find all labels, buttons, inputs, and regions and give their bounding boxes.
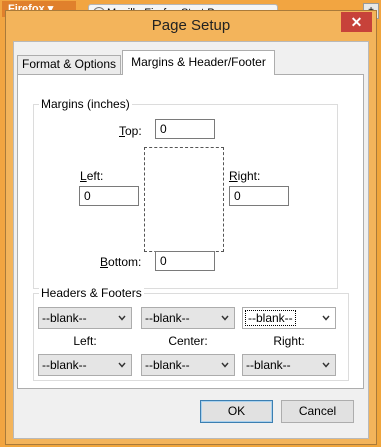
top-margin-input[interactable]: 0 [155, 119, 215, 139]
top-margin-label: Top: [119, 124, 142, 138]
headers-footers-group-label: Headers & Footers [39, 286, 144, 300]
tab-format-options-label: Format & Options [21, 57, 117, 71]
header-right-value: --blank-- [245, 310, 296, 326]
footer-left-label: Left: [73, 334, 97, 348]
ok-button-label: OK [227, 404, 246, 418]
tab-margins-header-footer[interactable]: Margins & Header/Footer [122, 50, 275, 75]
footer-left-value: --blank-- [42, 358, 87, 372]
dialog-titlebar: Page Setup ✕ [6, 11, 376, 41]
chevron-down-icon [221, 315, 229, 321]
chevron-down-icon [221, 362, 229, 368]
tab-margins-label: Margins & Header/Footer [131, 55, 266, 69]
ok-button[interactable]: OK [200, 400, 273, 423]
headers-footers-group: Headers & Footers --blank-- --blank-- --… [33, 286, 349, 381]
footer-right-select[interactable]: --blank-- [242, 354, 336, 376]
footer-center-value: --blank-- [145, 358, 190, 372]
footer-center-label: Center: [168, 334, 208, 348]
page-setup-dialog: Page Setup ✕ Format & Options Margins & … [5, 10, 377, 445]
right-margin-input[interactable]: 0 [229, 186, 289, 206]
header-right-select[interactable]: --blank-- [242, 307, 336, 329]
footer-center-select[interactable]: --blank-- [141, 354, 235, 376]
chevron-down-icon [118, 362, 126, 368]
header-left-value: --blank-- [42, 311, 87, 325]
cancel-button-label: Cancel [298, 404, 337, 418]
header-left-select[interactable]: --blank-- [38, 307, 132, 329]
header-center-select[interactable]: --blank-- [141, 307, 235, 329]
footer-left-select[interactable]: --blank-- [38, 354, 132, 376]
chevron-down-icon [118, 315, 126, 321]
header-center-value: --blank-- [145, 311, 190, 325]
tab-format-options[interactable]: Format & Options [17, 55, 121, 74]
margins-group-label: Margins (inches) [39, 97, 132, 111]
chevron-down-icon [322, 362, 330, 368]
chevron-down-icon [322, 315, 330, 321]
footer-right-label: Right: [273, 334, 305, 348]
bottom-margin-label: Bottom: [100, 255, 142, 269]
margins-group: Margins (inches) Top: 0 Left: 0 Right: 0… [33, 97, 338, 289]
left-margin-input[interactable]: 0 [79, 186, 139, 206]
left-margin-label: Left: [80, 169, 104, 183]
close-icon: ✕ [350, 14, 363, 30]
close-button[interactable]: ✕ [341, 12, 372, 32]
dialog-body: Format & Options Margins & Header/Footer… [13, 41, 369, 439]
dialog-title: Page Setup [151, 17, 231, 34]
cancel-button[interactable]: Cancel [281, 400, 354, 423]
bottom-margin-input[interactable]: 0 [155, 251, 215, 271]
footer-right-value: --blank-- [246, 358, 291, 372]
page-preview [144, 147, 224, 252]
right-margin-label: Right: [229, 169, 261, 183]
tab-panel-margins: Margins (inches) Top: 0 Left: 0 Right: 0… [17, 74, 364, 389]
